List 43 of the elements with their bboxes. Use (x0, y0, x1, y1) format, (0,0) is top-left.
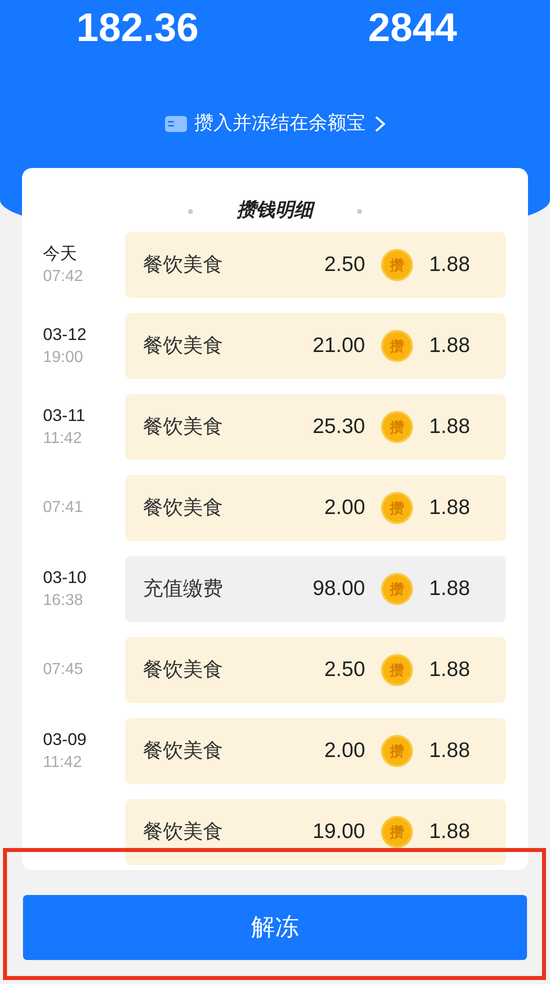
saved-amount: 1.88 (429, 819, 470, 846)
summary-value: 182.36 (76, 5, 199, 52)
saved-amount: 1.88 (429, 738, 470, 764)
saved-amount: 1.88 (429, 333, 470, 360)
amount-label: 21.00 (312, 333, 366, 360)
row-time: 11:42 (43, 429, 83, 449)
category-label: 餐饮美食 (143, 820, 223, 845)
row-time: 07:45 (43, 660, 84, 680)
card-icon (164, 116, 186, 132)
saved-amount: 1.88 (429, 576, 470, 602)
row-date: 03-11 (43, 405, 86, 427)
amount-label: 2.00 (324, 495, 366, 522)
amount-label: 2.00 (324, 738, 366, 764)
saved-amount: 1.88 (429, 252, 470, 278)
saved-amount: 1.88 (429, 414, 470, 440)
saved-amount: 1.88 (429, 495, 470, 522)
category-label: 充值缴费 (143, 577, 223, 602)
amount-label: 2.50 (324, 657, 366, 684)
category-label: 餐饮美食 (143, 253, 223, 278)
freeze-link[interactable]: 攒入并冻结在余额宝 (164, 110, 386, 138)
category-label: 餐饮美食 (143, 658, 223, 683)
row-time: 16:38 (43, 591, 84, 611)
row-date: 03-12 (43, 324, 88, 346)
row-date: 03-10 (43, 567, 88, 589)
chevron-right-icon (374, 115, 386, 134)
amount-label: 19.00 (312, 819, 366, 846)
category-label: 餐饮美食 (143, 739, 223, 764)
row-time: 11:42 (43, 753, 83, 773)
amount-label: 25.30 (312, 414, 366, 440)
card-title: 攒钱明细 (237, 198, 313, 223)
category-label: 餐饮美食 (143, 415, 223, 440)
amount-label: 98.00 (312, 576, 366, 602)
unfreeze-button[interactable]: 解冻 (23, 895, 527, 960)
saved-amount: 1.88 (429, 657, 470, 684)
category-label: 餐饮美食 (143, 496, 223, 521)
summary-value: 2844 (368, 5, 457, 52)
row-date: 03-09 (43, 729, 88, 751)
row-time: 07:41 (43, 498, 84, 518)
row-time: 07:42 (43, 267, 84, 287)
row-time: 19:00 (43, 348, 84, 368)
amount-label: 2.50 (324, 252, 366, 278)
row-date: 今天 (43, 243, 78, 265)
category-label: 餐饮美食 (143, 334, 223, 359)
